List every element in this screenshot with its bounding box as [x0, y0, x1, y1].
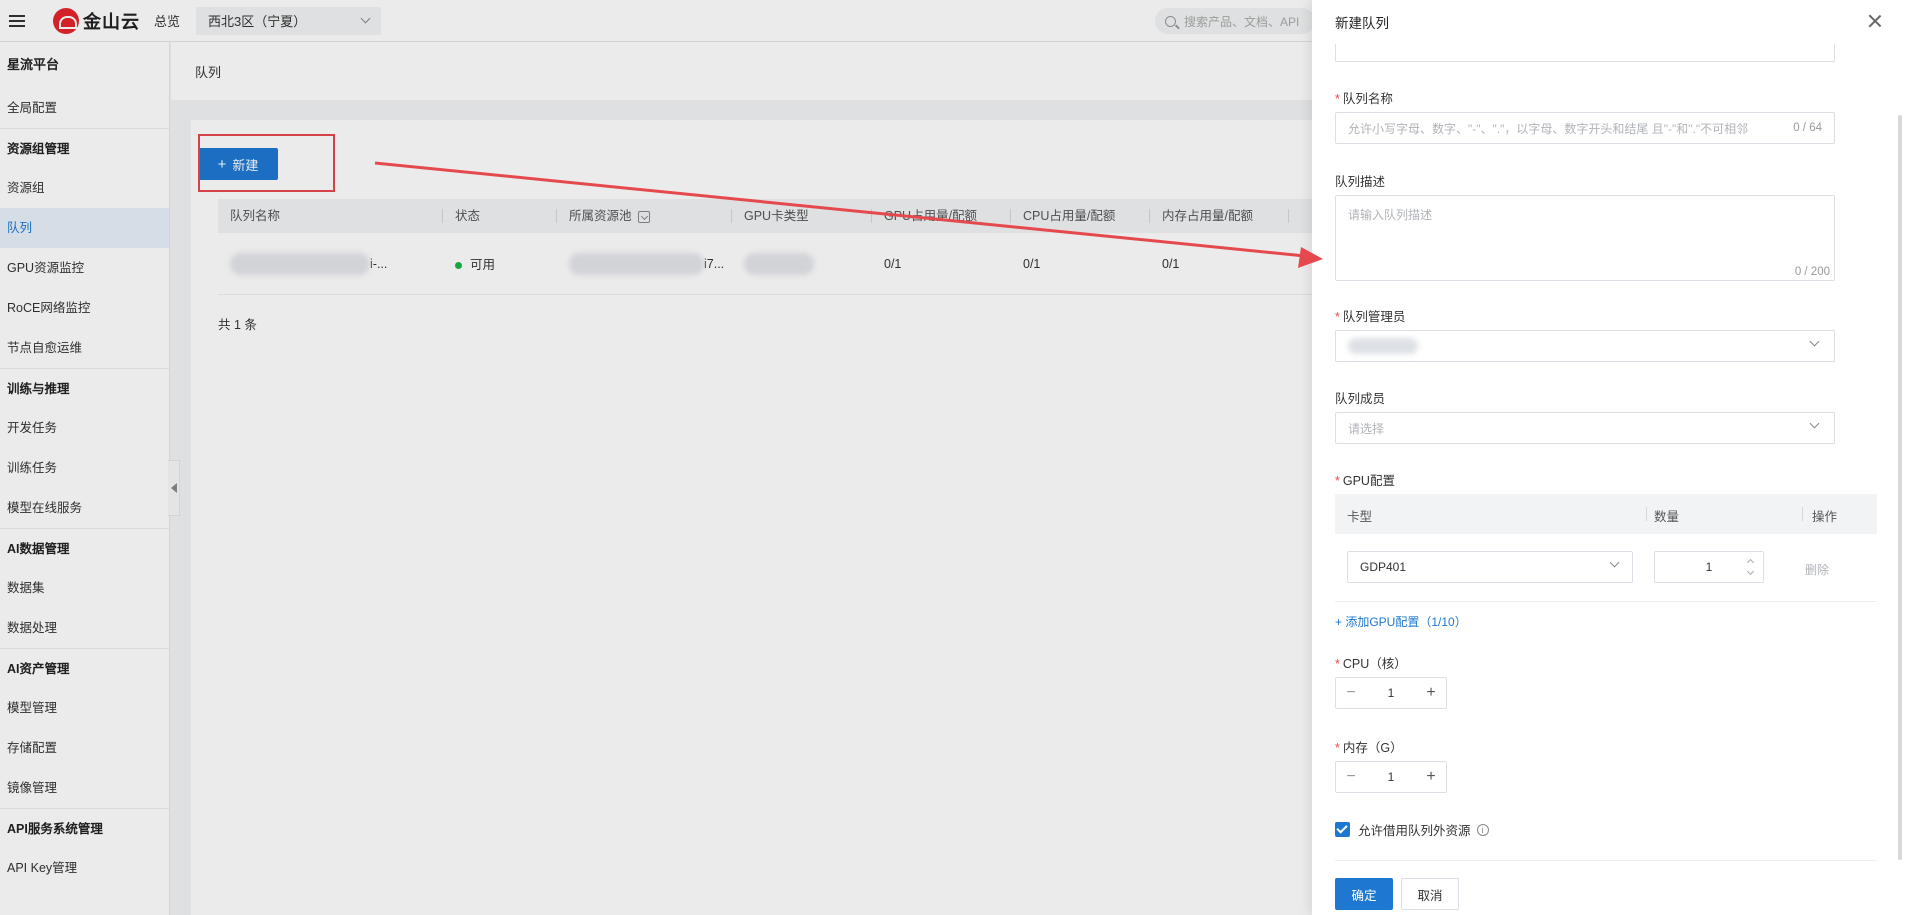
cpu-stepper[interactable]: − 1 + — [1335, 677, 1447, 709]
new-queue-drawer: 新建队列 * 队列名称 允许小写字母、数字、"-"、"."，以字母、数字开头和结尾… — [1312, 0, 1905, 915]
queue-members-select[interactable]: 请选择 — [1335, 412, 1835, 444]
gpu-col-divider — [1802, 507, 1803, 521]
spin-down-icon[interactable] — [1746, 567, 1755, 576]
queue-desc-label: 队列描述 — [1335, 175, 1386, 189]
queue-members-label: 队列成员 — [1335, 392, 1386, 406]
drawer-title: 新建队列 — [1335, 16, 1389, 31]
gpu-col-card: 卡型 — [1347, 510, 1373, 524]
gpu-col-action: 操作 — [1812, 510, 1838, 524]
info-icon[interactable]: i — [1476, 823, 1489, 836]
spin-up-icon[interactable] — [1746, 558, 1755, 567]
plus-icon[interactable]: + — [1416, 684, 1446, 702]
queue-name-input[interactable]: 允许小写字母、数字、"-"、"."，以字母、数字开头和结尾 且"-"和"."不可… — [1335, 112, 1835, 144]
memory-value: 1 — [1387, 770, 1395, 784]
cpu-label: * CPU（核） — [1335, 657, 1407, 671]
queue-desc-textarea[interactable]: 请输入队列描述 0 / 200 — [1335, 195, 1835, 281]
minus-icon[interactable]: − — [1336, 684, 1366, 702]
gpu-config-row: GDP401 1 删除 — [1335, 534, 1877, 602]
memory-stepper[interactable]: − 1 + — [1335, 761, 1447, 793]
gpu-card-value: GDP401 — [1360, 560, 1407, 574]
gpu-count-value: 1 — [1705, 560, 1713, 574]
footer-divider — [1335, 860, 1877, 861]
drawer-mask[interactable] — [0, 0, 1312, 915]
borrow-checkbox[interactable] — [1335, 822, 1350, 837]
queue-name-counter: 0 / 64 — [1793, 122, 1822, 134]
queue-name-placeholder: 允许小写字母、数字、"-"、"."，以字母、数字开头和结尾 且"-"和"."不可… — [1348, 121, 1749, 136]
chevron-down-icon — [1809, 336, 1820, 347]
cpu-value: 1 — [1387, 686, 1395, 700]
memory-label: * 内存（G） — [1335, 741, 1403, 755]
gpu-delete-link[interactable]: 删除 — [1805, 561, 1829, 578]
queue-desc-placeholder: 请输入队列描述 — [1348, 208, 1433, 222]
gpu-config-label: * GPU配置 — [1335, 474, 1395, 488]
cancel-button[interactable]: 取消 — [1401, 878, 1459, 910]
gpu-card-select[interactable]: GDP401 — [1347, 551, 1633, 583]
queue-admin-label: * 队列管理员 — [1335, 310, 1406, 324]
gpu-config-table-header: 卡型 数量 操作 — [1335, 494, 1877, 534]
chevron-down-icon — [1609, 557, 1620, 568]
add-gpu-config-link[interactable]: + 添加GPU配置（1/10） — [1335, 613, 1467, 630]
gpu-col-count: 数量 — [1654, 510, 1680, 524]
chevron-down-icon — [1809, 418, 1820, 429]
minus-icon[interactable]: − — [1336, 768, 1366, 786]
drawer-scrollbar[interactable] — [1898, 115, 1902, 860]
queue-admin-select[interactable] — [1335, 330, 1835, 362]
plus-icon[interactable]: + — [1416, 768, 1446, 786]
confirm-button[interactable]: 确定 — [1335, 878, 1393, 910]
close-icon[interactable] — [1868, 14, 1882, 28]
queue-name-label: * 队列名称 — [1335, 92, 1393, 106]
borrow-label: 允许借用队列外资源 — [1358, 824, 1471, 838]
drawer-header: 新建队列 — [1312, 0, 1905, 44]
borrow-resource-option[interactable]: 允许借用队列外资源 i — [1335, 820, 1489, 839]
queue-members-placeholder: 请选择 — [1348, 421, 1385, 436]
gpu-col-divider — [1646, 507, 1647, 521]
gpu-count-input[interactable]: 1 — [1654, 551, 1764, 583]
queue-desc-counter: 0 / 200 — [1794, 266, 1830, 278]
redacted-admin — [1348, 338, 1418, 354]
